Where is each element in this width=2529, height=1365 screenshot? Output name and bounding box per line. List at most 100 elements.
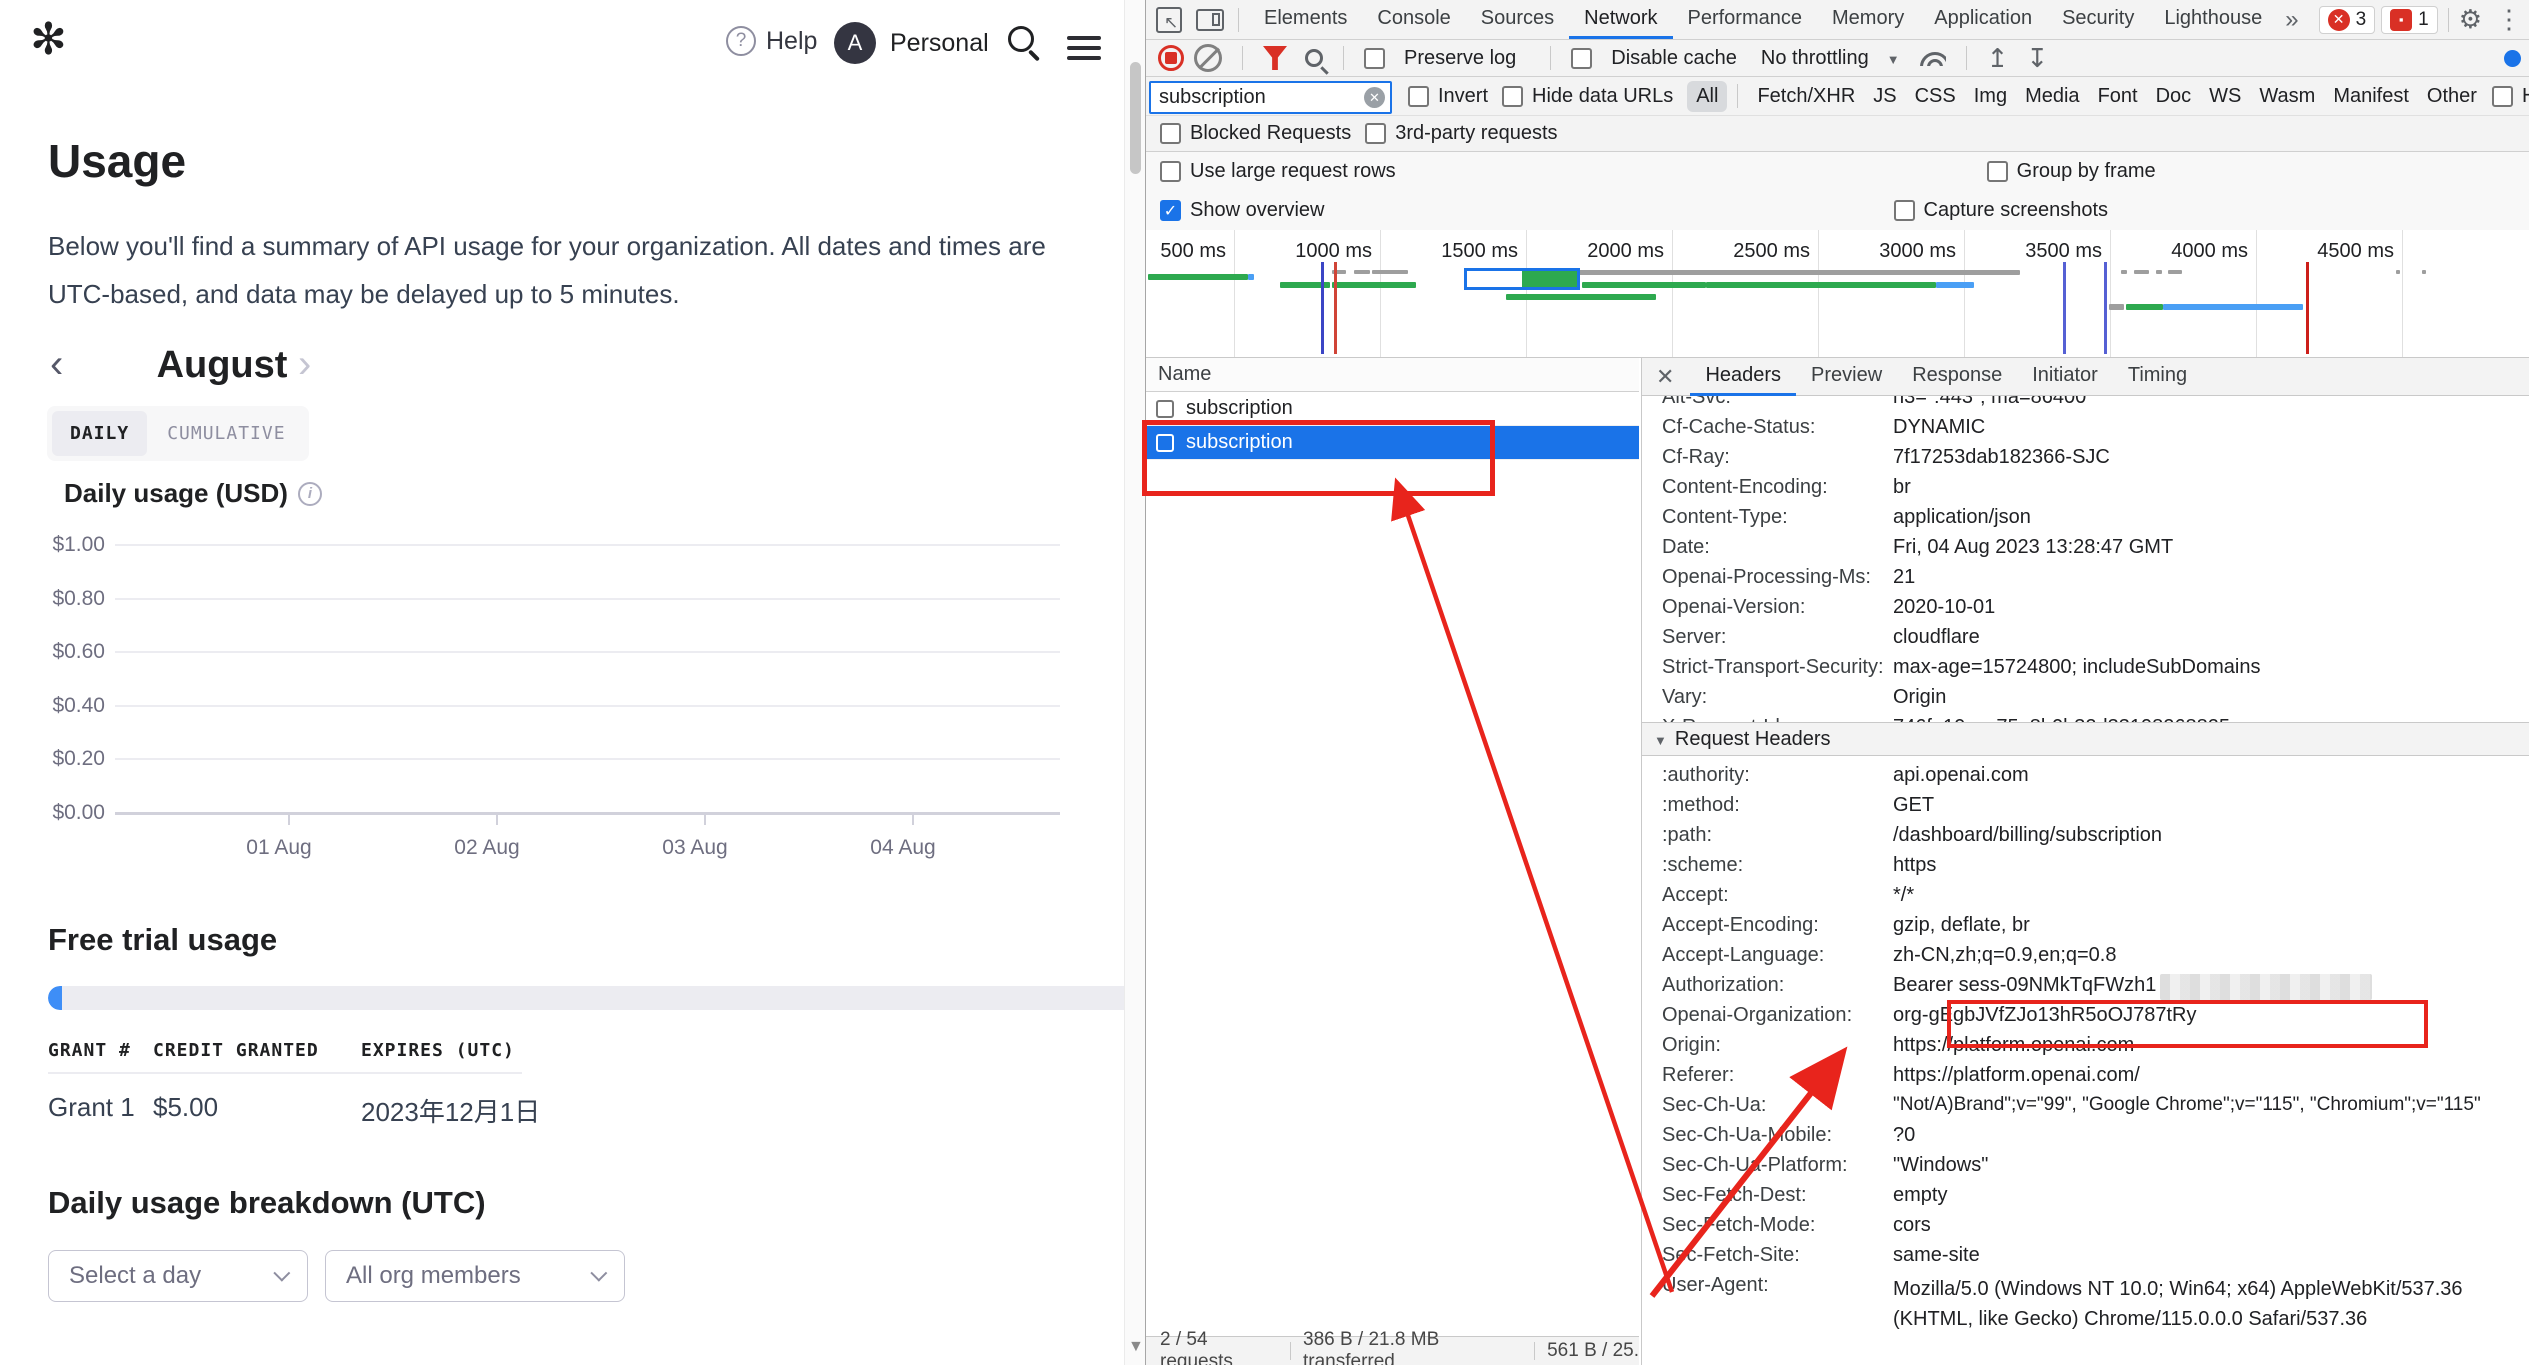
filter-type-doc[interactable]: Doc bbox=[2147, 81, 2201, 112]
settings-gear-icon[interactable] bbox=[2459, 4, 2482, 35]
preserve-log-checkbox[interactable] bbox=[1364, 48, 1385, 69]
more-tabs-icon[interactable]: » bbox=[2277, 6, 2306, 34]
header-value: cloudflare bbox=[1893, 626, 1980, 649]
device-toolbar-icon[interactable] bbox=[1196, 9, 1224, 31]
filter-type-manifest[interactable]: Manifest bbox=[2324, 81, 2418, 112]
filter-type-js[interactable]: JS bbox=[1864, 81, 1905, 112]
filter-funnel-icon[interactable] bbox=[1263, 46, 1287, 70]
group-by-frame-checkbox[interactable] bbox=[1987, 161, 2008, 182]
day-select[interactable]: Select a day bbox=[48, 1250, 308, 1302]
issues-badge[interactable]: 1 bbox=[2381, 6, 2438, 34]
requests-count: 2 / 54 requests bbox=[1160, 1329, 1278, 1365]
timeline-tick: 1000 ms bbox=[1252, 240, 1372, 263]
tab-console[interactable]: Console bbox=[1362, 0, 1465, 39]
large-rows-label[interactable]: Use large request rows bbox=[1190, 160, 1396, 183]
disable-cache-checkbox[interactable] bbox=[1571, 48, 1592, 69]
filter-type-wasm[interactable]: Wasm bbox=[2250, 81, 2324, 112]
filter-type-font[interactable]: Font bbox=[2089, 81, 2147, 112]
header-row: Openai-Version2020-10-01 bbox=[1642, 596, 2529, 626]
tab-sources[interactable]: Sources bbox=[1466, 0, 1569, 39]
header-row: Sec-Fetch-Modecors bbox=[1642, 1214, 2529, 1244]
header-row: User-AgentMozilla/5.0 (Windows NT 10.0; … bbox=[1642, 1274, 2529, 1334]
throttling-select[interactable]: No throttling bbox=[1761, 47, 1869, 70]
marker-line bbox=[2306, 262, 2309, 354]
clear-icon[interactable] bbox=[1194, 44, 1222, 72]
timeline-tick: 3000 ms bbox=[1836, 240, 1956, 263]
throttling-dropdown-icon[interactable] bbox=[1887, 47, 1900, 70]
filter-type-all[interactable]: All bbox=[1687, 81, 1727, 112]
network-conditions-icon[interactable] bbox=[1918, 50, 1946, 66]
timeline-bar bbox=[1582, 282, 1706, 288]
tab-timing[interactable]: Timing bbox=[2113, 358, 2202, 396]
timeline-gridline bbox=[1818, 230, 1819, 357]
tab-security[interactable]: Security bbox=[2047, 0, 2149, 39]
large-rows-checkbox[interactable] bbox=[1160, 161, 1181, 182]
import-har-icon[interactable] bbox=[1987, 43, 2009, 74]
export-har-icon[interactable] bbox=[2026, 43, 2048, 74]
header-row: Accept-Encodinggzip, deflate, br bbox=[1642, 914, 2529, 944]
clear-filter-icon[interactable] bbox=[1364, 87, 1385, 108]
preserve-log-label[interactable]: Preserve log bbox=[1404, 47, 1516, 70]
hide-data-urls-checkbox[interactable] bbox=[1502, 86, 1523, 107]
tab-preview[interactable]: Preview bbox=[1796, 358, 1897, 396]
org-members-select[interactable]: All org members bbox=[325, 1250, 625, 1302]
close-details-icon[interactable] bbox=[1656, 364, 1674, 390]
third-party-label[interactable]: 3rd-party requests bbox=[1395, 122, 1557, 145]
timeline-gridline bbox=[2256, 230, 2257, 357]
xtick bbox=[912, 815, 914, 825]
tab-initiator[interactable]: Initiator bbox=[2017, 358, 2113, 396]
name-column-header[interactable]: Name bbox=[1146, 358, 1639, 392]
group-by-frame-label[interactable]: Group by frame bbox=[2017, 160, 2156, 183]
third-party-checkbox[interactable] bbox=[1365, 123, 1386, 144]
timeline-gridline bbox=[1964, 230, 1965, 357]
filter-type-fetch-xhr[interactable]: Fetch/XHR bbox=[1748, 81, 1864, 112]
settings-highlight-icon[interactable] bbox=[2504, 50, 2521, 67]
has-blocked-cookies-label[interactable]: Has blocked cookies bbox=[2522, 85, 2529, 108]
scrollbar-thumb[interactable] bbox=[1130, 62, 1141, 174]
xtick bbox=[288, 815, 290, 825]
kebab-menu-icon[interactable] bbox=[2496, 4, 2522, 35]
blocked-requests-label[interactable]: Blocked Requests bbox=[1190, 122, 1351, 145]
dcl-marker-line bbox=[1321, 262, 1324, 354]
tab-response[interactable]: Response bbox=[1897, 358, 2017, 396]
tab-memory[interactable]: Memory bbox=[1817, 0, 1919, 39]
disable-cache-label[interactable]: Disable cache bbox=[1611, 47, 1737, 70]
filter-type-media[interactable]: Media bbox=[2016, 81, 2088, 112]
has-blocked-cookies-checkbox[interactable] bbox=[2492, 86, 2513, 107]
tab-headers[interactable]: Headers bbox=[1690, 358, 1796, 396]
filter-input[interactable] bbox=[1149, 81, 1392, 114]
network-overview-timeline[interactable]: 500 ms 1000 ms 1500 ms 2000 ms 2500 ms 3… bbox=[1146, 230, 2529, 358]
blocked-requests-checkbox[interactable] bbox=[1160, 123, 1181, 144]
timeline-bar bbox=[2121, 270, 2127, 274]
console-errors-badge[interactable]: 3 bbox=[2319, 6, 2376, 34]
show-overview-checkbox[interactable] bbox=[1160, 200, 1181, 221]
page-scrollbar[interactable] bbox=[1124, 0, 1145, 1365]
search-icon[interactable] bbox=[1305, 49, 1323, 67]
tab-lighthouse[interactable]: Lighthouse bbox=[2149, 0, 2277, 39]
filter-bar: Invert Hide data URLs All Fetch/XHR JS C… bbox=[1146, 77, 2529, 116]
filter-type-ws[interactable]: WS bbox=[2200, 81, 2250, 112]
tab-elements[interactable]: Elements bbox=[1249, 0, 1362, 39]
invert-checkbox[interactable] bbox=[1408, 86, 1429, 107]
tab-network[interactable]: Network bbox=[1569, 0, 1672, 39]
capture-screenshots-label[interactable]: Capture screenshots bbox=[1924, 199, 2109, 222]
scrollbar-down-icon[interactable] bbox=[1128, 1338, 1144, 1356]
record-icon[interactable] bbox=[1158, 45, 1184, 71]
filter-type-css[interactable]: CSS bbox=[1906, 81, 1965, 112]
capture-screenshots-checkbox[interactable] bbox=[1894, 200, 1915, 221]
filter-type-other[interactable]: Other bbox=[2418, 81, 2486, 112]
inspect-icon[interactable]: ↖ bbox=[1156, 7, 1182, 33]
divider bbox=[1290, 1342, 1291, 1360]
tab-performance[interactable]: Performance bbox=[1673, 0, 1818, 39]
openai-usage-page: ✻ Help A Personal Usage Below you'll fin… bbox=[0, 0, 1124, 1365]
header-name: Sec-Fetch-Site bbox=[1642, 1244, 1893, 1267]
filter-type-img[interactable]: Img bbox=[1965, 81, 2016, 112]
invert-label[interactable]: Invert bbox=[1438, 85, 1488, 108]
request-headers-section[interactable]: Request Headers bbox=[1642, 722, 2529, 756]
show-overview-label[interactable]: Show overview bbox=[1190, 199, 1325, 222]
issue-icon bbox=[2390, 9, 2412, 31]
tab-application[interactable]: Application bbox=[1919, 0, 2047, 39]
header-name: Sec-Fetch-Dest bbox=[1642, 1184, 1893, 1207]
hide-data-urls-label[interactable]: Hide data URLs bbox=[1532, 85, 1673, 108]
request-checkbox[interactable] bbox=[1156, 400, 1174, 418]
